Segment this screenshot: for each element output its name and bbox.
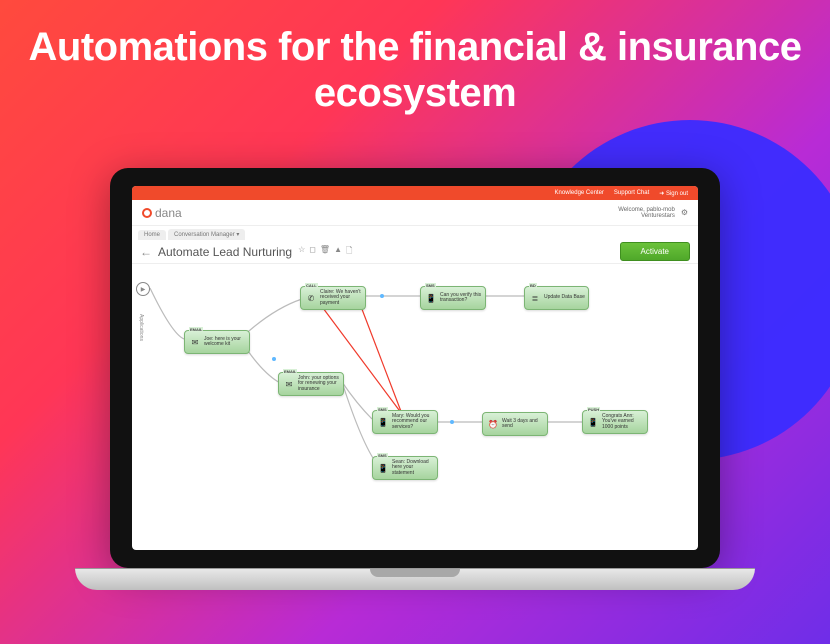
tab-home[interactable]: Home: [138, 230, 166, 240]
applications-label: Applications: [138, 314, 144, 341]
node-text: Wait 3 days and send: [502, 419, 544, 430]
bookmark-icon[interactable]: ◻: [309, 245, 316, 259]
link-sign-out[interactable]: ➜ Sign out: [659, 190, 688, 197]
settings-icon[interactable]: ⚙: [681, 208, 688, 217]
workflow-title-row: ← Automate Lead Nurturing ☆ ◻ 🗑 ▲ 🗋 Acti…: [132, 240, 698, 264]
node-push-congrats[interactable]: PUSH📱 Congrats Ann: You've earned 1000 p…: [582, 410, 648, 434]
laptop-notch: [370, 569, 460, 577]
laptop-base: [75, 568, 755, 590]
workflow-connectors: [132, 264, 698, 544]
activate-button[interactable]: Activate: [620, 242, 690, 261]
workflow-title: Automate Lead Nurturing: [158, 245, 292, 259]
play-start-icon[interactable]: ▶: [136, 282, 150, 296]
brand-row: dana Welcome, pablo-mob Venturestars ⚙: [132, 200, 698, 226]
mobile-icon: SMS📱: [376, 459, 390, 477]
mobile-icon: PUSH📱: [586, 413, 600, 431]
node-text: Update Data Base: [544, 295, 585, 301]
node-text: John: your options for renewing your ins…: [298, 376, 340, 393]
email-icon: EMAIL✉: [282, 375, 296, 393]
nav-tabs: Home Conversation Manager ▾: [132, 226, 698, 240]
email-icon: EMAIL✉: [188, 333, 202, 351]
node-sms-statement[interactable]: SMS📱 Sean: Download here your statement: [372, 456, 438, 480]
node-email-welcome[interactable]: EMAIL✉ Joe: here is your welcome kit: [184, 330, 250, 354]
clock-icon: ⏰: [486, 415, 500, 433]
node-text: Congrats Ann: You've earned 1000 points: [602, 414, 644, 431]
brand: dana: [142, 206, 182, 220]
welcome-text: Welcome, pablo-mob: [618, 207, 675, 213]
tab-conversation-manager[interactable]: Conversation Manager ▾: [168, 229, 245, 240]
org-text: Venturestars: [618, 213, 675, 219]
brand-text: dana: [155, 206, 182, 220]
node-email-renew[interactable]: EMAIL✉ John: your options for renewing y…: [278, 372, 344, 396]
node-text: Joe: here is your welcome kit: [204, 337, 246, 348]
link-knowledge-center[interactable]: Knowledge Center: [555, 190, 604, 196]
mobile-icon: SMS📱: [424, 289, 438, 307]
database-icon: BD≣: [528, 289, 542, 307]
node-db-update[interactable]: BD≣ Update Data Base: [524, 286, 589, 310]
user-meta: Welcome, pablo-mob Venturestars ⚙: [618, 207, 688, 219]
node-text: Claire: We haven't received your payment: [320, 290, 362, 307]
node-sms-verify[interactable]: SMS📱 Can you verify this transaction?: [420, 286, 486, 310]
trash-icon[interactable]: 🗑: [320, 245, 330, 259]
toolbar-icons: ☆ ◻ 🗑 ▲ 🗋: [298, 245, 352, 259]
laptop-screen-frame: Knowledge Center Support Chat ➜ Sign out…: [110, 168, 720, 568]
app-screen: Knowledge Center Support Chat ➜ Sign out…: [132, 186, 698, 550]
node-text: Sean: Download here your statement: [392, 460, 434, 477]
export-icon[interactable]: 🗋: [346, 245, 352, 259]
laptop-device: Knowledge Center Support Chat ➜ Sign out…: [110, 168, 720, 608]
back-arrow-icon[interactable]: ←: [140, 245, 152, 259]
brand-logo-icon: [142, 208, 152, 218]
node-text: Mary: Would you recommend our services?: [392, 414, 434, 431]
user-icon[interactable]: ▲: [334, 245, 342, 259]
app-topbar: Knowledge Center Support Chat ➜ Sign out: [132, 186, 698, 200]
mobile-icon: SMS📱: [376, 413, 390, 431]
star-icon[interactable]: ☆: [298, 245, 305, 259]
phone-icon: CALL✆: [304, 289, 318, 307]
node-sms-recommend[interactable]: SMS📱 Mary: Would you recommend our servi…: [372, 410, 438, 434]
workflow-canvas[interactable]: ▶ Applications EMAIL✉ Joe: here is your …: [132, 264, 698, 544]
node-text: Can you verify this transaction?: [440, 293, 482, 304]
link-support-chat[interactable]: Support Chat: [614, 190, 649, 196]
hero-title: Automations for the financial & insuranc…: [0, 24, 830, 116]
node-wait-timer[interactable]: ⏰ Wait 3 days and send: [482, 412, 548, 436]
node-call-payment[interactable]: CALL✆ Claire: We haven't received your p…: [300, 286, 366, 310]
